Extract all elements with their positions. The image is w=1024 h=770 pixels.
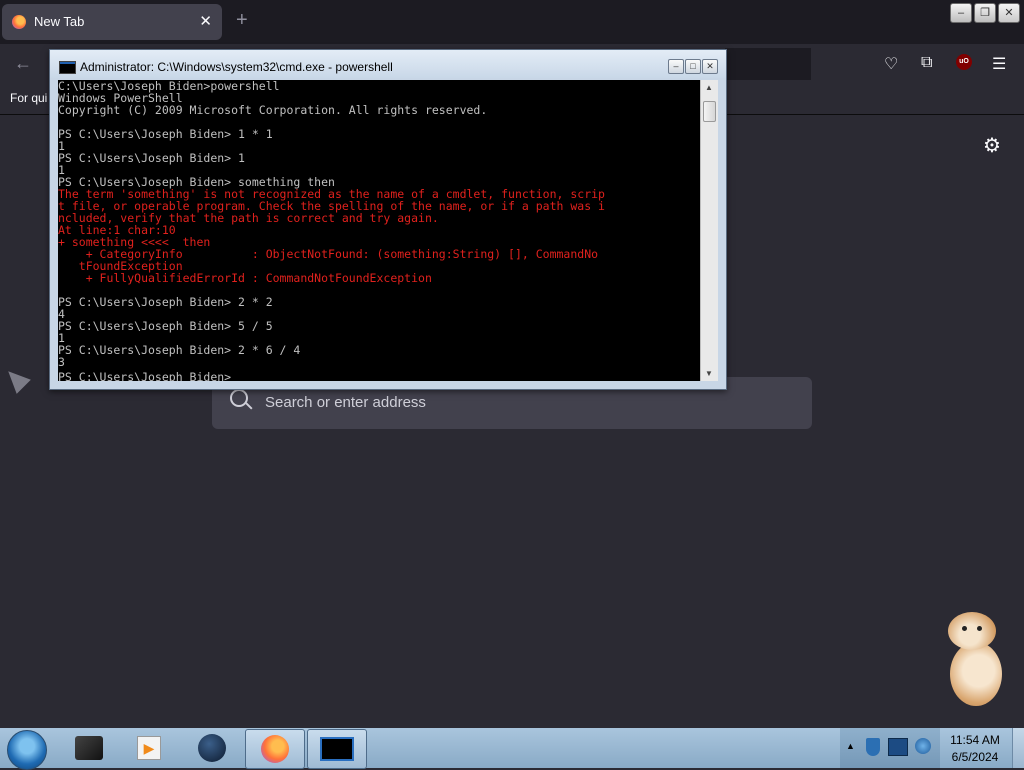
- clock-date: 6/5/2024: [951, 750, 999, 764]
- cmd-title-bar[interactable]: Administrator: C:\Windows\system32\cmd.e…: [50, 50, 726, 78]
- media-player-icon: ▶: [137, 736, 161, 760]
- restore-button[interactable]: ❐: [974, 3, 996, 23]
- start-button[interactable]: [7, 730, 47, 770]
- taskbar-terminal-app[interactable]: [60, 729, 118, 767]
- mouse-pointer-icon: [1, 364, 31, 394]
- monitor-icon[interactable]: [888, 738, 908, 756]
- hamster-head: [948, 612, 996, 650]
- console-line: PS C:\Users\Joseph Biden> 2 * 6 / 4: [58, 343, 301, 357]
- minimize-button[interactable]: –: [950, 3, 972, 23]
- search-placeholder: Search or enter address: [265, 394, 426, 411]
- bookmarks-bar-text: For qui: [10, 91, 48, 105]
- hamster-body: [950, 642, 1002, 706]
- console-scrollbar[interactable]: ▲ ▼: [700, 80, 718, 381]
- console-icon: [320, 737, 354, 761]
- taskbar-firefox[interactable]: [245, 729, 305, 769]
- cmd-maximize-button[interactable]: □: [685, 59, 701, 74]
- scroll-up-icon[interactable]: ▲: [705, 83, 713, 92]
- clock-time: 11:54 AM: [950, 733, 1000, 747]
- console-output[interactable]: C:\Users\Joseph Biden>powershell Windows …: [58, 80, 700, 381]
- ublock-icon[interactable]: uO: [956, 54, 972, 70]
- scroll-thumb[interactable]: [703, 101, 716, 122]
- firefox-icon: [261, 735, 289, 763]
- console-line: PS C:\Users\Joseph Biden> 1: [58, 151, 245, 165]
- taskbar-media-player[interactable]: ▶: [120, 729, 178, 767]
- scroll-down-icon[interactable]: ▼: [705, 369, 713, 378]
- console-line: PS C:\Users\Joseph Biden> 5 / 5: [58, 319, 273, 333]
- console-line: 3: [58, 355, 65, 369]
- cmd-window[interactable]: Administrator: C:\Windows\system32\cmd.e…: [49, 49, 727, 390]
- browser-window-controls: – ❐ ✕: [950, 3, 1020, 23]
- system-tray: ▲: [840, 728, 940, 768]
- tab-title: New Tab: [34, 14, 85, 29]
- show-desktop-button[interactable]: [1012, 728, 1024, 768]
- taskbar-cmd-window[interactable]: [307, 729, 367, 769]
- cmd-close-button[interactable]: ✕: [702, 59, 718, 74]
- shield-icon[interactable]: [866, 738, 880, 756]
- cmd-window-title: Administrator: C:\Windows\system32\cmd.e…: [80, 60, 393, 74]
- hamster-eye: [962, 626, 967, 631]
- pocket-icon[interactable]: ♡: [884, 54, 898, 74]
- firefox-icon: [12, 15, 26, 29]
- console-line: PS C:\Users\Joseph Biden> 2 * 2: [58, 295, 273, 309]
- hamster-eye: [977, 626, 982, 631]
- gear-icon[interactable]: ⚙: [983, 133, 1001, 158]
- menu-icon[interactable]: ☰: [992, 54, 1006, 74]
- terminal-app-icon: [75, 736, 103, 760]
- console-error-line: + FullyQualifiedErrorId : CommandNotFoun…: [58, 271, 432, 285]
- browser-tab-bar: New Tab ✕ + – ❐ ✕: [0, 0, 1024, 44]
- search-icon: [230, 389, 248, 407]
- taskbar-clock[interactable]: 11:54 AM 6/5/2024: [940, 728, 1010, 768]
- close-button[interactable]: ✕: [998, 3, 1020, 23]
- cmd-minimize-button[interactable]: –: [668, 59, 684, 74]
- url-bar-fragment[interactable]: [725, 48, 811, 80]
- taskbar-globe-app[interactable]: [183, 729, 241, 767]
- console-line: PS C:\Users\Joseph Biden> 1 * 1: [58, 127, 273, 141]
- new-tab-button[interactable]: +: [236, 9, 248, 32]
- console-icon: [59, 61, 76, 74]
- hamster-mascot: [944, 612, 1006, 708]
- console-line: PS C:\Users\Joseph Biden>: [58, 370, 239, 381]
- tab-new-tab[interactable]: New Tab ✕: [2, 4, 222, 40]
- tray-expand-icon[interactable]: ▲: [846, 741, 855, 751]
- console-line: Copyright (C) 2009 Microsoft Corporation…: [58, 103, 488, 117]
- tab-close-icon[interactable]: ✕: [199, 12, 212, 30]
- globe-icon: [198, 734, 226, 762]
- back-button[interactable]: ←: [14, 53, 32, 74]
- extensions-icon[interactable]: ⧉: [921, 54, 932, 72]
- network-icon[interactable]: [915, 738, 931, 754]
- cmd-window-controls: – □ ✕: [668, 59, 718, 74]
